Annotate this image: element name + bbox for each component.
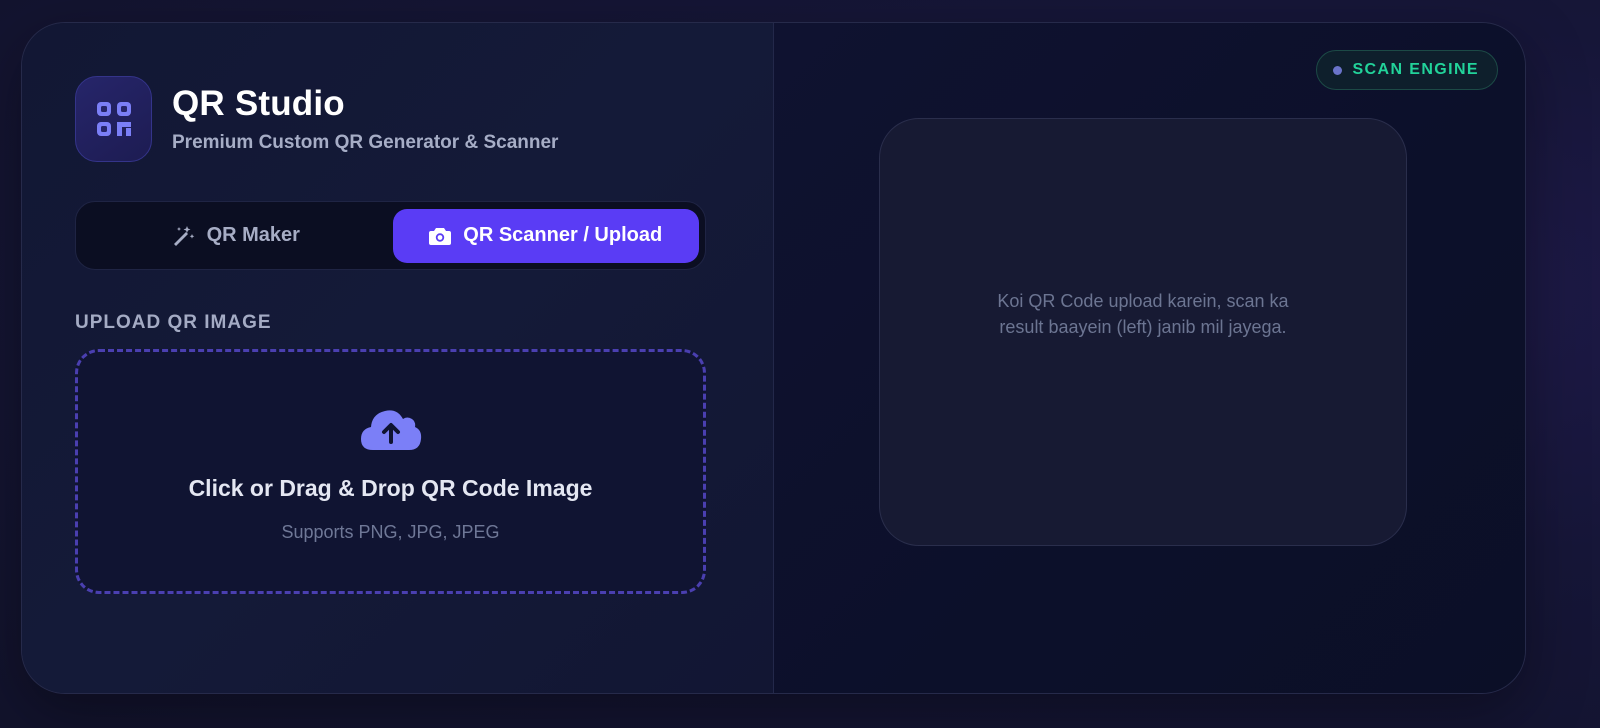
upload-section-label: UPLOAD QR IMAGE — [75, 312, 272, 333]
mode-tabs: QR Maker QR Scanner / Upload — [75, 201, 706, 270]
right-panel: SCAN ENGINE Koi QR Code upload karein, s… — [774, 23, 1525, 693]
tab-qr-maker[interactable]: QR Maker — [82, 209, 389, 263]
status-dot — [1333, 65, 1343, 75]
scan-result-placeholder: Koi QR Code upload karein, scan ka resul… — [997, 291, 1289, 337]
dropzone-subtitle: Supports PNG, JPG, JPEG — [281, 522, 500, 542]
app-subtitle: Premium Custom QR Generator & Scanner — [172, 132, 559, 153]
magic-wand-icon — [171, 224, 195, 248]
app-title: QR Studio — [172, 84, 345, 123]
tab-qr-scanner-label: QR Scanner / Upload — [463, 224, 663, 246]
left-panel: QR Studio Premium Custom QR Generator & … — [22, 23, 774, 693]
brand-header: QR Studio Premium Custom QR Generator & … — [75, 76, 558, 162]
tab-qr-scanner[interactable]: QR Scanner / Upload — [392, 208, 699, 263]
tab-qr-maker-label: QR Maker — [206, 224, 300, 246]
dropzone-title: Click or Drag & Drop QR Code Image — [188, 475, 593, 501]
upload-dropzone[interactable]: Click or Drag & Drop QR Code Image Suppo… — [75, 349, 706, 594]
status-badge: SCAN ENGINE — [1316, 50, 1498, 90]
app-card: QR Studio Premium Custom QR Generator & … — [21, 22, 1526, 694]
cloud-upload-icon — [359, 406, 423, 457]
status-badge-label: SCAN ENGINE — [1352, 61, 1479, 78]
scan-result-panel: Koi QR Code upload karein, scan ka resul… — [879, 118, 1407, 546]
qrcode-icon — [75, 76, 152, 162]
camera-icon — [429, 226, 452, 246]
